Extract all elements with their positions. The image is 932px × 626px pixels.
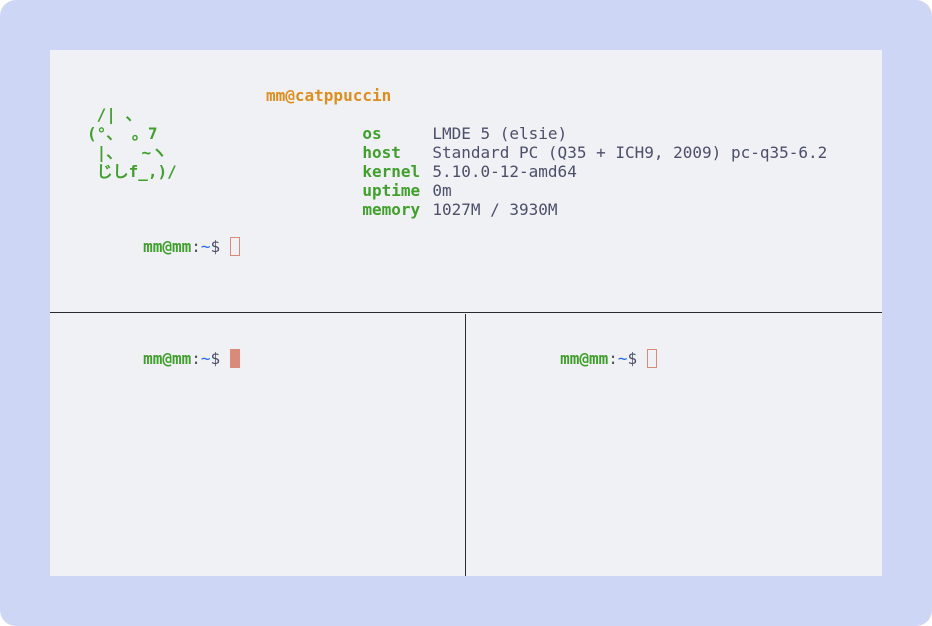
text-cursor bbox=[230, 237, 241, 256]
prompt-user-host: mm@mm bbox=[143, 237, 192, 256]
info-row-os: os LMDE 5 (elsie) bbox=[266, 105, 827, 143]
prompt-separator: : bbox=[191, 237, 201, 256]
text-cursor bbox=[230, 349, 241, 368]
info-row-host: host Standard PC (Q35 + ICH9, 2009) pc-q3… bbox=[266, 124, 827, 162]
terminal-pane-top[interactable]: /| 、 (°、 。7 |、 ~ヽ じしf_,)/ mm@catppuccin … bbox=[50, 50, 882, 313]
prompt-path: ~ bbox=[200, 237, 211, 256]
info-row-uptime: uptime 0m bbox=[266, 162, 827, 200]
ascii-art-cat: /| 、 (°、 。7 |、 ~ヽ じしf_,)/ bbox=[87, 105, 177, 181]
prompt-user-host: mm@mm bbox=[143, 349, 192, 368]
info-row-kernel: kernel 5.10.0-12-amd64 bbox=[266, 143, 827, 181]
ascii-art-line: |、 ~ヽ bbox=[87, 143, 168, 162]
prompt-separator: : bbox=[608, 349, 618, 368]
info-value: 1027M / 3930M bbox=[432, 200, 558, 219]
info-row-memory: memory 1027M / 3930M bbox=[266, 181, 827, 219]
text-cursor bbox=[647, 349, 658, 368]
prompt-path: ~ bbox=[200, 349, 211, 368]
terminal-window[interactable]: /| 、 (°、 。7 |、 ~ヽ じしf_,)/ mm@catppuccin … bbox=[50, 50, 882, 576]
info-key: memory bbox=[362, 200, 421, 219]
ascii-art-line: じしf_,)/ bbox=[87, 162, 177, 181]
shell-prompt[interactable]: mm@mm:~$ bbox=[66, 218, 241, 275]
terminal-pane-bottom-right[interactable]: mm@mm:~$ bbox=[467, 314, 882, 576]
terminal-pane-bottom-left[interactable]: mm@mm:~$ bbox=[50, 314, 466, 576]
prompt-symbol: $ bbox=[210, 349, 221, 368]
fetch-user-host: mm@catppuccin bbox=[266, 86, 392, 105]
system-info: mm@catppuccin os LMDE 5 (elsie) host Stand… bbox=[266, 86, 827, 219]
prompt-path: ~ bbox=[617, 349, 628, 368]
ascii-art-line: /| 、 bbox=[87, 105, 142, 124]
prompt-user-host: mm@mm bbox=[560, 349, 609, 368]
prompt-symbol: $ bbox=[627, 349, 638, 368]
window-frame: /| 、 (°、 。7 |、 ~ヽ じしf_,)/ mm@catppuccin … bbox=[0, 0, 932, 626]
ascii-art-line: (°、 。7 bbox=[87, 124, 158, 143]
shell-prompt[interactable]: mm@mm:~$ bbox=[483, 330, 658, 387]
prompt-symbol: $ bbox=[210, 237, 221, 256]
prompt-separator: : bbox=[191, 349, 201, 368]
shell-prompt[interactable]: mm@mm:~$ bbox=[66, 330, 241, 387]
